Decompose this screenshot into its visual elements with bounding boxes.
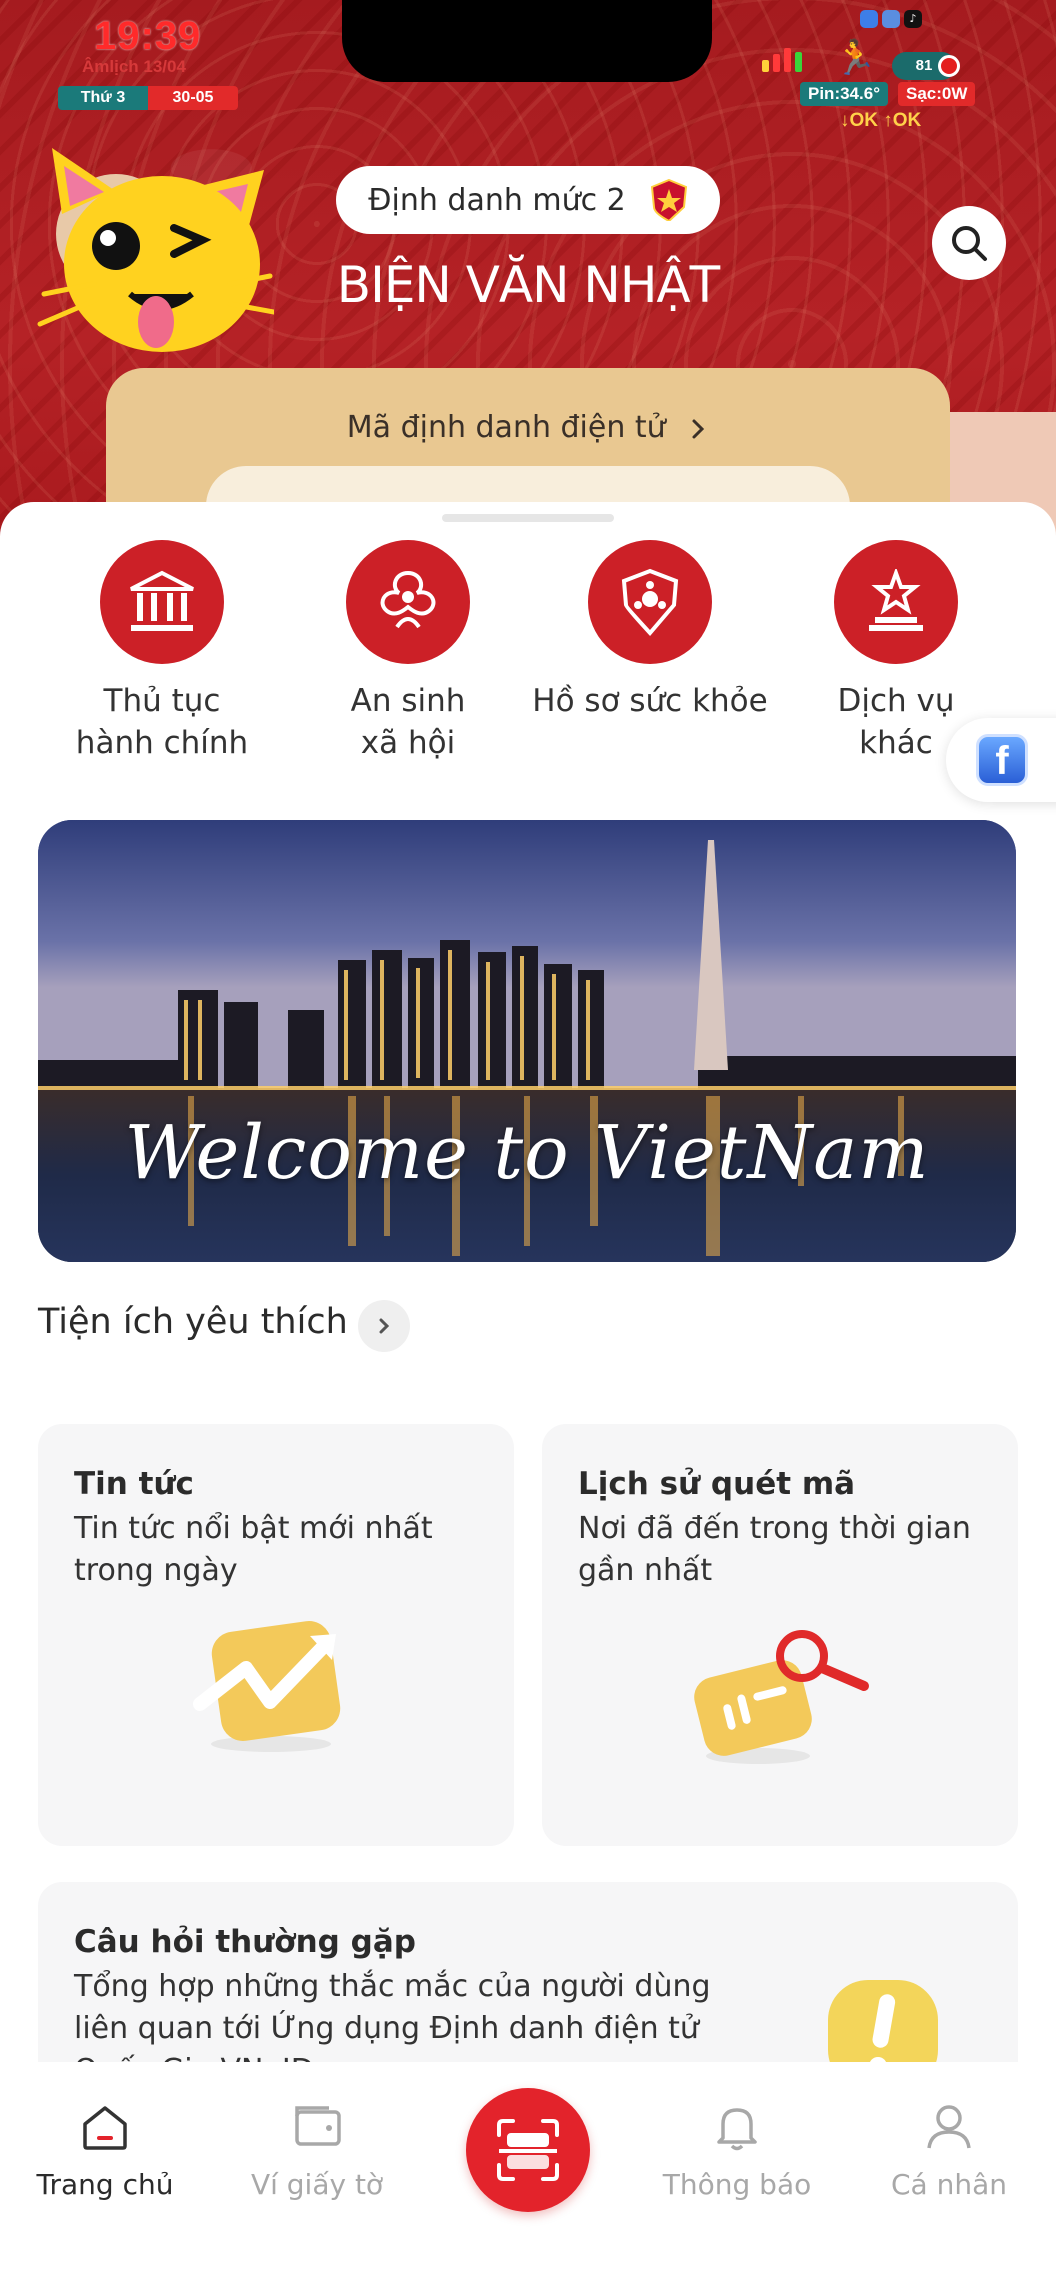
chevron-right-icon [379,1318,390,1334]
welcome-banner[interactable]: Welcome to VietNam [38,820,1016,1262]
nav-notifications[interactable]: Thông báo [632,2098,842,2201]
nav-wallet[interactable]: Ví giấy tờ [212,2098,422,2201]
status-lunar-date: Âmlịch 13/04 [82,57,186,76]
nav-profile[interactable]: Cá nhân [844,2098,1054,2201]
favorites-more-button[interactable] [358,1300,410,1352]
chevron-right-icon [692,419,705,438]
user-icon [927,2105,971,2149]
status-time: 19:39 [94,14,202,58]
sheet-grabber[interactable] [442,514,614,522]
card-title: Tin tức [74,1466,194,1502]
home-icon [83,2106,127,2150]
exclamation-icon [828,1980,938,2062]
nav-label: Cá nhân [890,2168,1007,2201]
nav-label: Ví giấy tờ [250,2168,384,2201]
header-banner: 19:39 Âmlịch 13/04 Thứ 3 30-05 ♪ 🏃 81 Pi… [0,0,1056,586]
scan-history-card[interactable]: Lịch sử quét mã Nơi đã đến trong thời gi… [542,1424,1018,1846]
facebook-icon: f [976,734,1028,786]
card-title: Câu hỏi thường gặp [74,1924,416,1960]
identity-level-pill[interactable]: Định danh mức 2 [336,166,720,234]
card-description: Nơi đã đến trong thời gian gần nhất [578,1511,971,1588]
service-administrative-procedures[interactable]: Thủ tục hành chính [42,540,282,764]
nav-label: Thông báo [662,2168,812,2201]
electronic-id-label: Mã định danh điện tử [346,410,666,445]
faq-card[interactable]: Câu hỏi thường gặp Tổng hợp những thắc m… [38,1882,1018,2062]
nav-home[interactable]: Trang chủ [0,2098,210,2201]
card-description: Tin tức nổi bật mới nhất trong ngày [74,1511,433,1588]
tiktok-icon: ♪ [904,10,922,28]
service-social-welfare[interactable]: An sinh xã hội [288,540,528,764]
banner-welcome-text: Welcome to VietNam [124,1110,930,1196]
charge-rate: Sạc:0W [898,82,976,106]
runner-icon: 🏃 [834,38,877,78]
national-emblem-icon [650,179,687,221]
network-status: ↓OK ↑OK [840,110,922,131]
app-notification-icon [860,10,878,28]
wallet-icon [295,2106,341,2146]
main-sheet: Thủ tục hành chính An sinh xã hội Hồ sơ … [0,502,1056,2062]
card-title: Lịch sử quét mã [578,1466,856,1502]
scan-qr-icon [497,2119,559,2181]
favorites-title: Tiện ích yêu thích [38,1302,348,1342]
nav-label: Trang chủ [36,2168,174,2201]
status-weekday: Thứ 3 [58,86,148,110]
news-card[interactable]: Tin tức Tin tức nổi bật mới nhất trong n… [38,1424,514,1846]
signal-bars-icon [762,48,802,72]
battery-temp: Pin:34.6° [800,82,888,106]
government-building-icon [100,540,224,664]
service-health-record[interactable]: Hồ sơ sức khỏe [530,540,770,722]
device-notch [342,0,712,82]
electronic-id-title[interactable]: Mã định danh điện tử [106,410,950,445]
facebook-float-button[interactable]: f [946,718,1056,802]
magnifier-document-icon [694,1630,869,1764]
bottom-navigation: Trang chủ Ví giấy tờ Thông báo Cá nhân [0,2062,1056,2283]
service-label: Thủ tục hành chính [75,683,249,761]
service-label: Hồ sơ sức khỏe [532,683,768,719]
card-description: Tổng hợp những thắc mắc của người dùng l… [74,1969,711,2062]
record-indicator-icon [938,55,960,77]
identity-level-label: Định danh mức 2 [368,182,626,218]
trending-chart-icon [193,1621,341,1752]
avatar-cat-icon[interactable] [34,144,274,364]
bell-icon [717,2108,757,2151]
status-date: 30-05 [148,86,238,110]
user-name: BIỆN VĂN NHẬT [336,256,720,314]
star-podium-icon [834,540,958,664]
service-label: An sinh xã hội [350,683,466,761]
app-notification-icon [882,10,900,28]
health-shield-icon [588,540,712,664]
status-app-icons: ♪ [860,10,922,28]
scan-qr-button[interactable] [466,2088,590,2212]
social-welfare-icon [346,540,470,664]
